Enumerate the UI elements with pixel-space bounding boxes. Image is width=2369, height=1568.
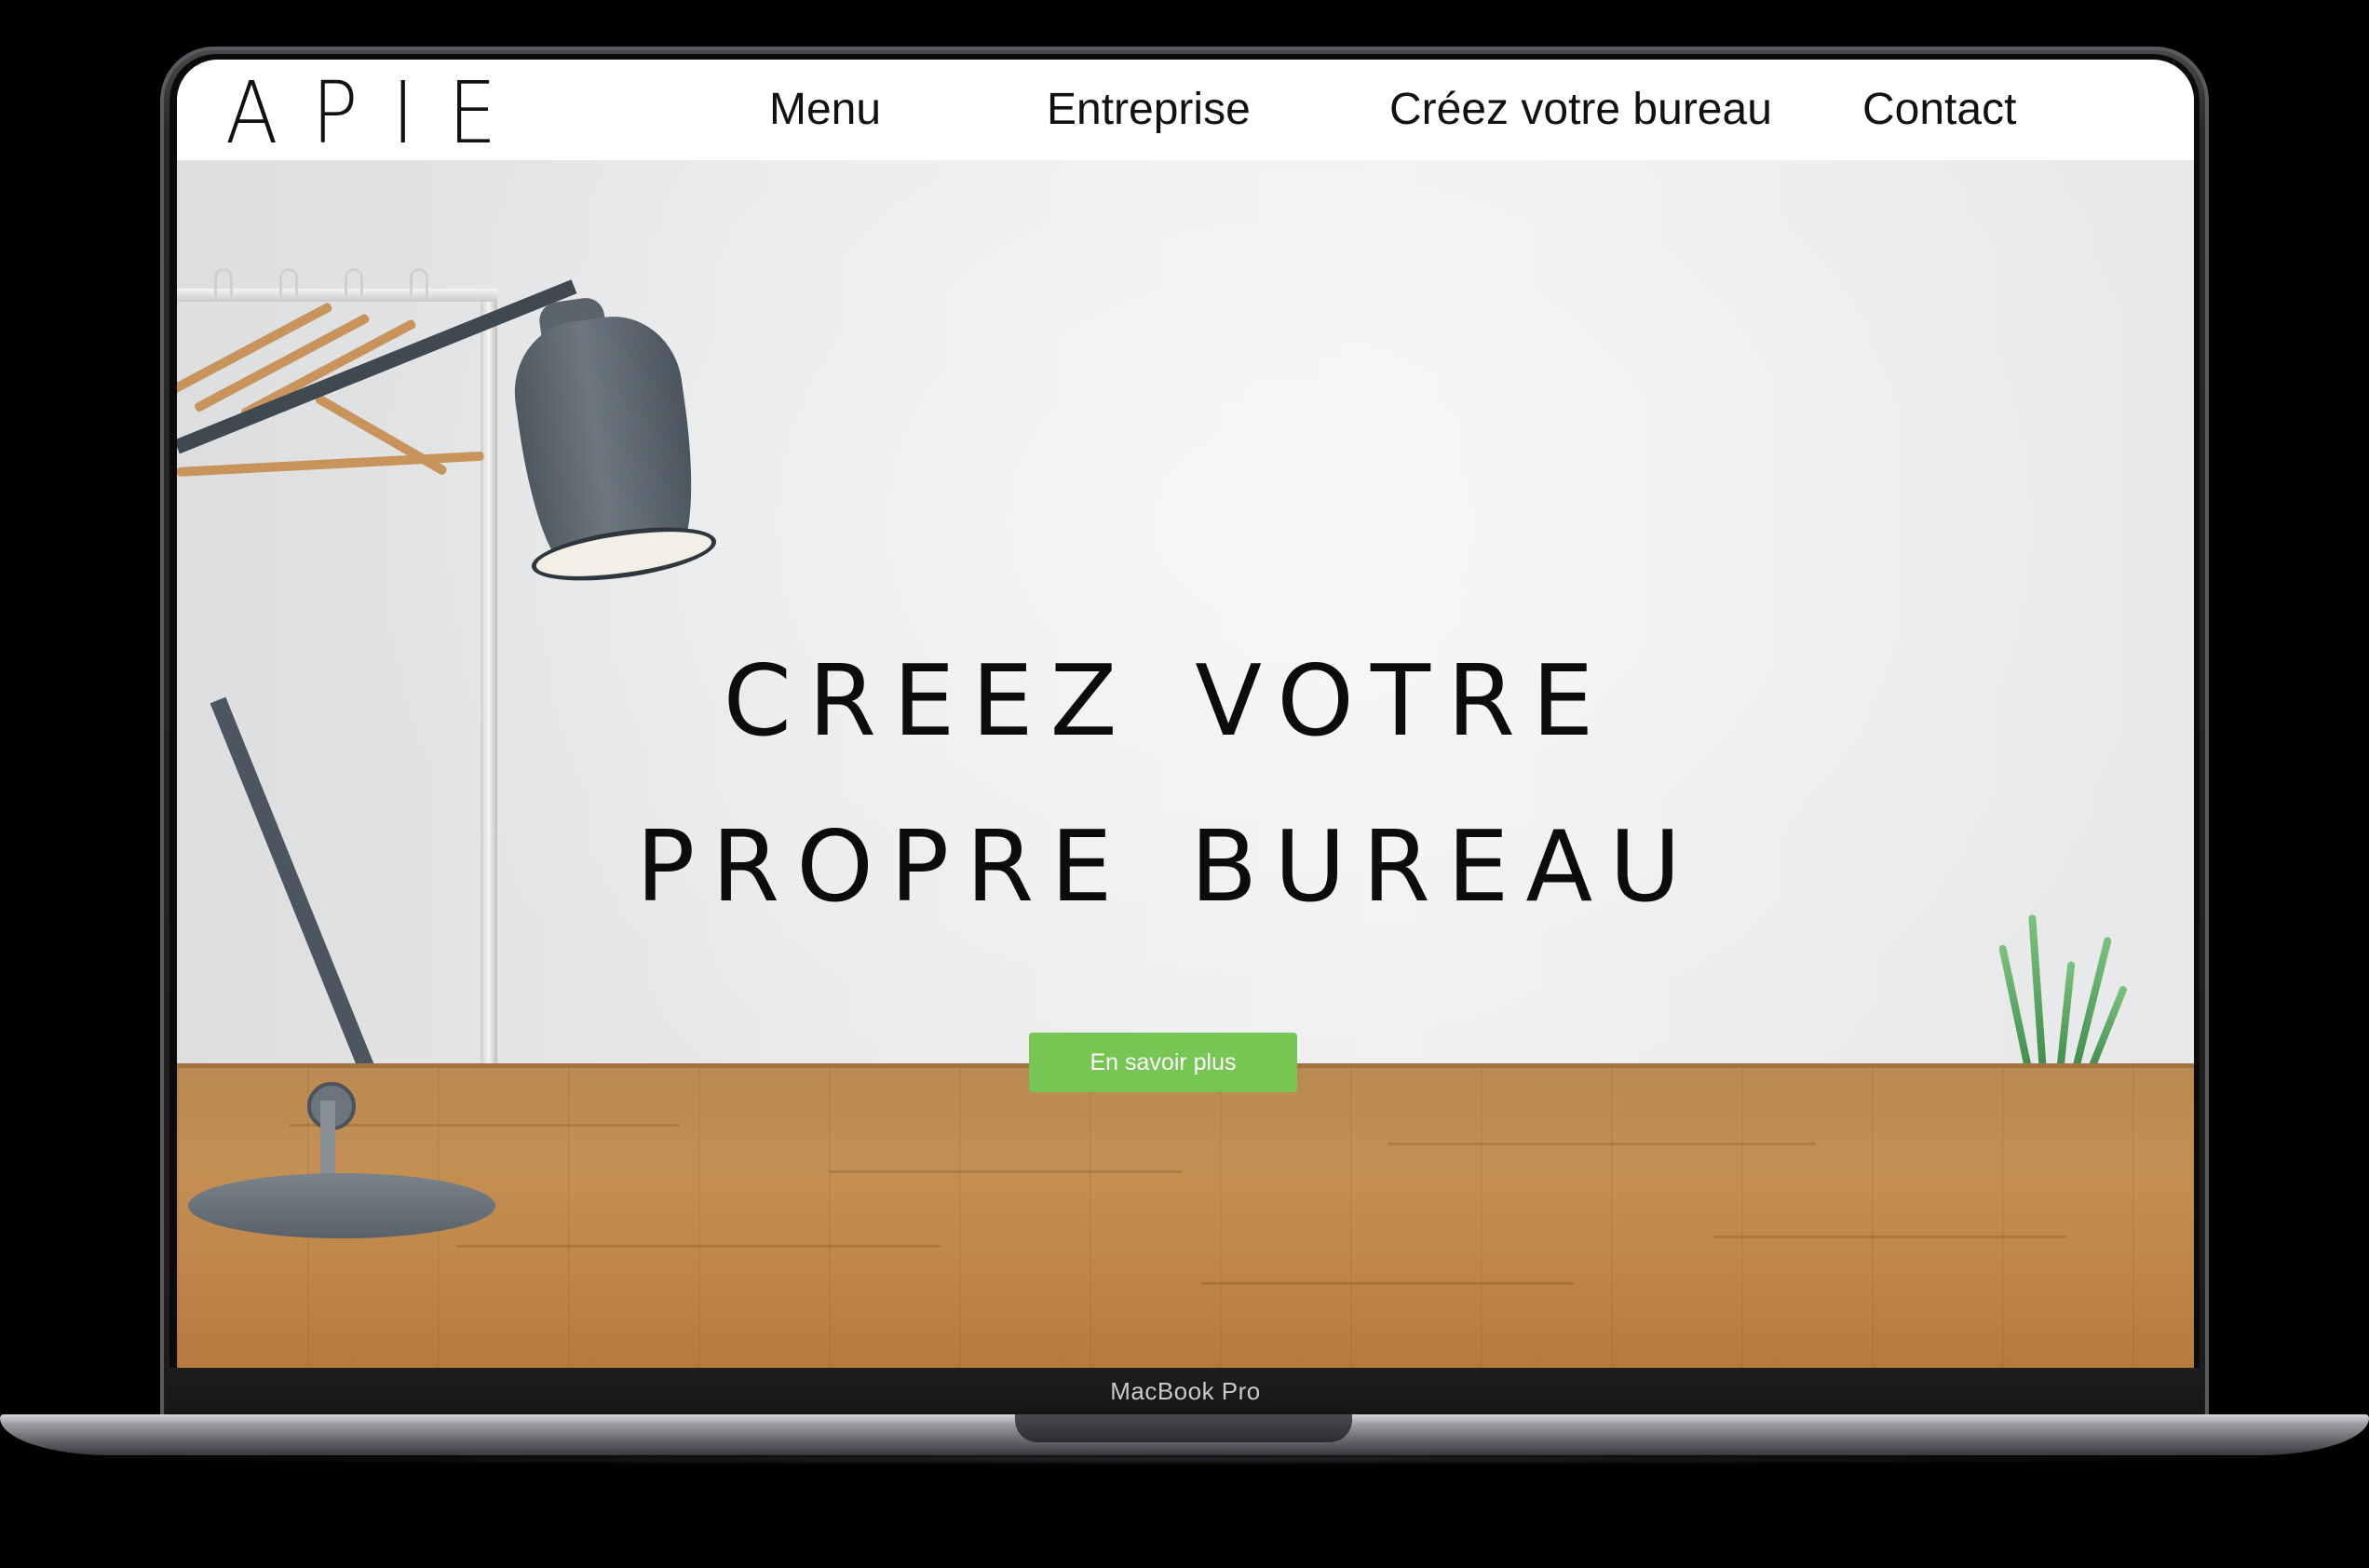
hero-section: Creez votre propre bureau En savoir plus [177,160,2194,1368]
learn-more-button[interactable]: En savoir plus [1029,1033,1297,1092]
website-viewport: APIE Menu Entreprise Créez votre bureau … [177,60,2194,1368]
hanger-hook [214,268,233,297]
nav-link-creez-votre-bureau[interactable]: Créez votre bureau [1389,84,1772,136]
laptop-screen-chin: MacBook Pro [168,1368,2203,1414]
lamp-stem [320,1101,335,1184]
wood-grain [1201,1282,1574,1285]
wood-grain [1388,1142,1816,1145]
wood-grain [1713,1236,2067,1238]
device-mockup: APIE Menu Entreprise Créez votre bureau … [0,0,2369,1568]
site-header: APIE Menu Entreprise Créez votre bureau … [177,60,2194,163]
hanger-hook [410,268,428,297]
nav-link-contact[interactable]: Contact [1862,84,2016,136]
hanger-hook [279,268,298,297]
wood-grain [829,1170,1183,1173]
hero-heading-line-1: Creez votre [723,606,1611,769]
nav-link-entreprise[interactable]: Entreprise [1047,84,1251,136]
device-model-label: MacBook Pro [1110,1376,1261,1405]
lamp-base [188,1173,495,1238]
wood-grain [456,1245,941,1248]
hero-heading: Creez votre propre bureau [177,617,2194,923]
hero-heading-line-2: propre bureau [635,772,1699,935]
main-navigation: Menu Entreprise Créez votre bureau Conta… [177,60,2194,160]
laptop-shadow [56,1453,2313,1466]
hanger-hook [345,268,363,297]
nav-link-menu[interactable]: Menu [769,84,881,136]
laptop-lid-notch [1015,1414,1352,1442]
